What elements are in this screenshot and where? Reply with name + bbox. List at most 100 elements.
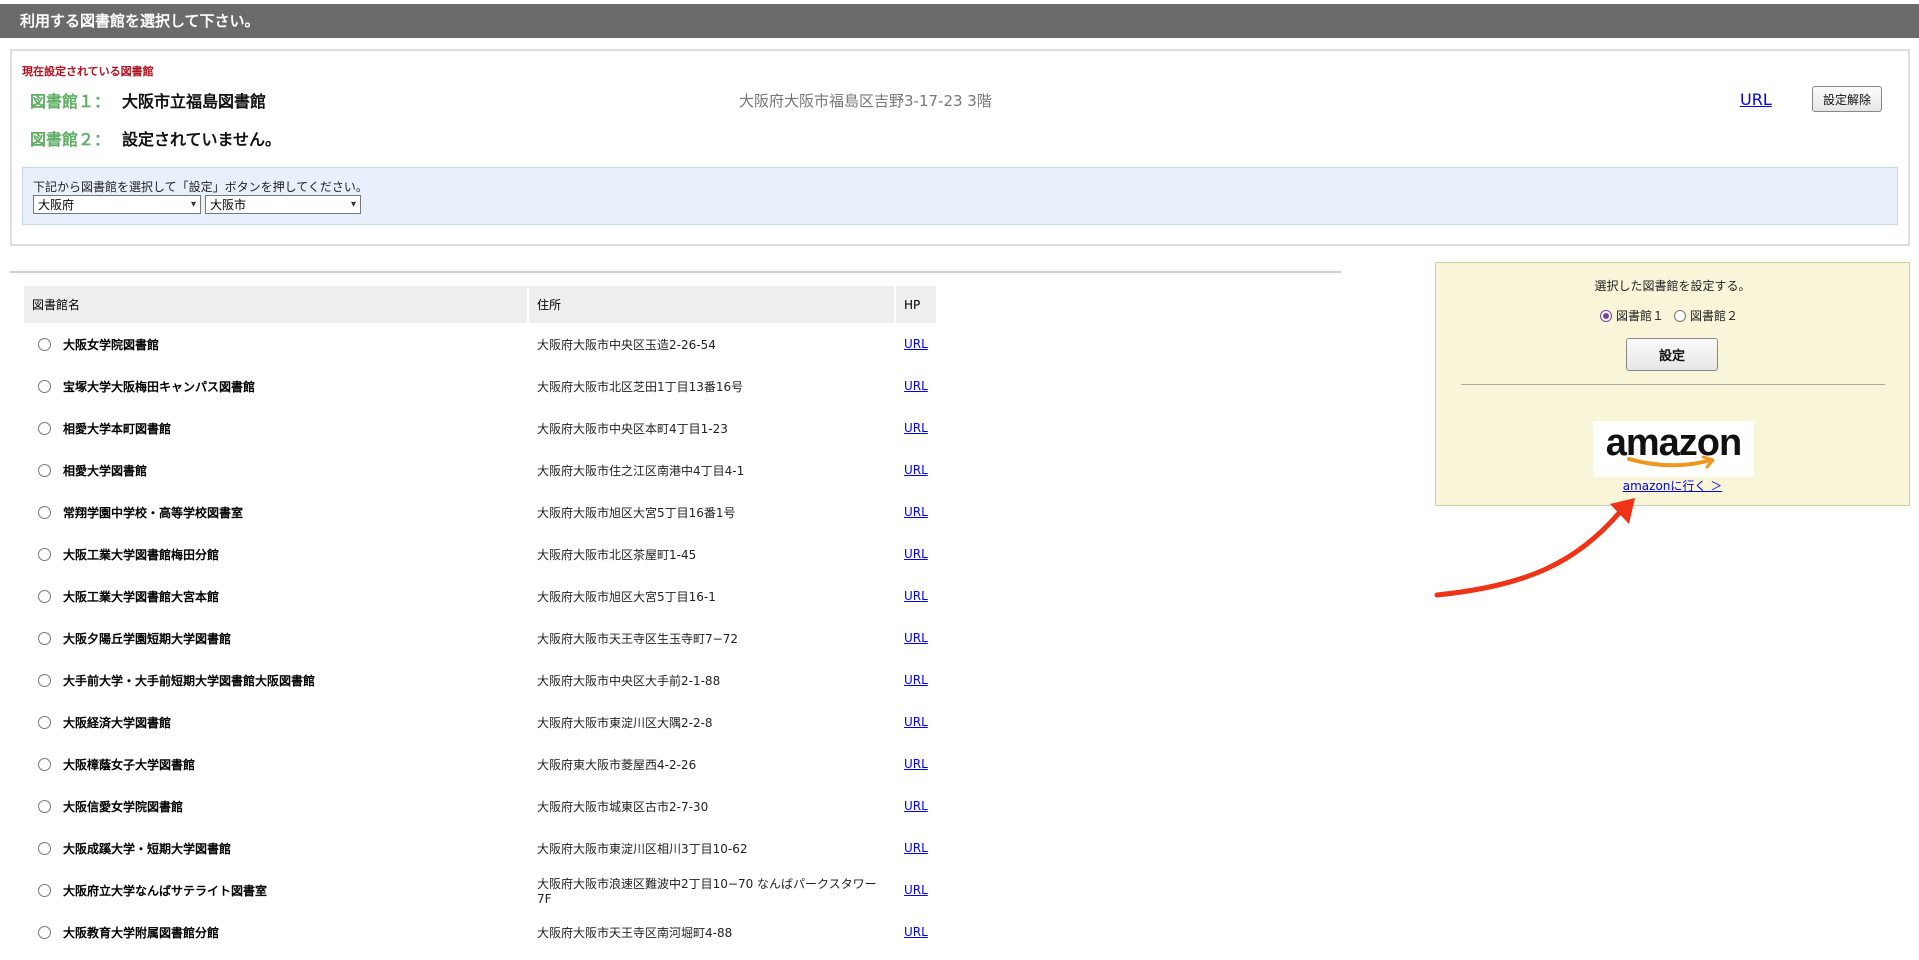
table-row: 大阪教育大学附属図書館分館 大阪府大阪市天王寺区南河堀町4-88 URL bbox=[24, 911, 936, 953]
library1-name: 大阪市立福島図書館 bbox=[122, 92, 267, 111]
current-caption: 現在設定されている図書館 bbox=[22, 65, 154, 78]
library-url-link[interactable]: URL bbox=[904, 883, 928, 897]
library-name: 大阪府立大学なんばサテライト図書室 bbox=[63, 883, 268, 898]
table-row: 大手前大学・大手前短期大学図書館大阪図書館 大阪府大阪市中央区大手前2-1-88 U… bbox=[24, 659, 936, 701]
table-row: 大阪女学院図書館 大阪府大阪市中央区玉造2-26-54 URL bbox=[24, 323, 936, 365]
library-address: 大阪府大阪市旭区大宮5丁目16-1 bbox=[537, 589, 716, 604]
library2-name: 設定されていません。 bbox=[122, 130, 282, 149]
library-hp-cell: URL bbox=[896, 701, 936, 743]
library-name-cell: 大阪府立大学なんばサテライト図書室 bbox=[24, 869, 527, 911]
side-divider bbox=[1461, 384, 1885, 385]
prefecture-select[interactable]: 大阪府 ▾ bbox=[33, 195, 201, 214]
library-name: 大阪工業大学図書館大宮本館 bbox=[63, 589, 220, 604]
library-url-link[interactable]: URL bbox=[904, 337, 928, 351]
library-hp-cell: URL bbox=[896, 911, 936, 953]
selector-panel: 下記から図書館を選択して「設定」ボタンを押してください。 大阪府 ▾ 大阪市 ▾ bbox=[22, 167, 1898, 225]
library-url-link[interactable]: URL bbox=[904, 463, 928, 477]
library-radio[interactable] bbox=[38, 757, 51, 771]
library-url-link[interactable]: URL bbox=[904, 631, 928, 645]
library-hp-cell: URL bbox=[896, 575, 936, 617]
library-url-link[interactable]: URL bbox=[904, 673, 928, 687]
library-url-link[interactable]: URL bbox=[904, 589, 928, 603]
city-select[interactable]: 大阪市 ▾ bbox=[205, 195, 361, 214]
library-address: 大阪府大阪市住之江区南港中4丁目4-1 bbox=[537, 463, 745, 478]
library-radio[interactable] bbox=[38, 421, 51, 435]
library-radio[interactable] bbox=[38, 589, 51, 603]
library1-address: 大阪府大阪市福島区吉野3-17-23 3階 bbox=[739, 92, 992, 110]
library-radio[interactable] bbox=[38, 547, 51, 561]
library-table: 図書館名 住所 HP 大阪女学院図書館 大阪府大阪市中央区玉造2-26-54 URL… bbox=[22, 286, 938, 953]
library-hp-cell: URL bbox=[896, 323, 936, 365]
table-row: 大阪経済大学図書館 大阪府大阪市東淀川区大隅2-2-8 URL bbox=[24, 701, 936, 743]
table-row: 相愛大学本町図書館 大阪府大阪市中央区本町4丁目1-23 URL bbox=[24, 407, 936, 449]
library-radio[interactable] bbox=[38, 379, 51, 393]
radio-checked-icon bbox=[1600, 309, 1612, 322]
library-url-link[interactable]: URL bbox=[904, 421, 928, 435]
library-url-link[interactable]: URL bbox=[904, 841, 928, 855]
library-hp-cell: URL bbox=[896, 491, 936, 533]
radio-library1[interactable]: 図書館１ bbox=[1600, 307, 1664, 324]
library-url-link[interactable]: URL bbox=[904, 505, 928, 519]
library-name: 大阪成蹊大学・短期大学図書館 bbox=[63, 841, 232, 856]
library-radio[interactable] bbox=[38, 337, 51, 351]
column-header-hp: HP bbox=[896, 286, 936, 323]
amazon-link-wrapper: amazonに行く ＞ bbox=[1436, 477, 1909, 494]
library-radio[interactable] bbox=[38, 799, 51, 813]
amazon-link[interactable]: amazonに行く ＞ bbox=[1623, 479, 1722, 493]
library-url-link[interactable]: URL bbox=[904, 757, 928, 771]
library-name-cell: 大手前大学・大手前短期大学図書館大阪図書館 bbox=[24, 659, 527, 701]
library-radio[interactable] bbox=[38, 883, 51, 897]
library-hp-cell: URL bbox=[896, 869, 936, 911]
library-hp-cell: URL bbox=[896, 659, 936, 701]
library-name: 相愛大学本町図書館 bbox=[63, 421, 172, 436]
table-row: 大阪工業大学図書館梅田分館 大阪府大阪市北区茶屋町1-45 URL bbox=[24, 533, 936, 575]
library1-url-link[interactable]: URL bbox=[1740, 90, 1772, 109]
library-address: 大阪府大阪市浪速区難波中2丁目10−70 なんばパークスタワー7F bbox=[537, 876, 877, 906]
current-library-box: 現在設定されている図書館 図書館１： 大阪市立福島図書館 大阪府大阪市福島区吉野… bbox=[10, 49, 1910, 246]
library-radio[interactable] bbox=[38, 505, 51, 519]
radio-library2[interactable]: 図書館２ bbox=[1674, 307, 1738, 324]
library-name: 大阪工業大学図書館梅田分館 bbox=[63, 547, 220, 562]
library-name: 宝塚大学大阪梅田キャンパス図書館 bbox=[63, 379, 256, 394]
city-value: 大阪市 bbox=[210, 198, 247, 212]
radio-library1-label: 図書館１ bbox=[1616, 309, 1665, 323]
column-header-name: 図書館名 bbox=[24, 286, 527, 323]
library-name-cell: 大阪夕陽丘学園短期大学図書館 bbox=[24, 617, 527, 659]
library-url-link[interactable]: URL bbox=[904, 925, 928, 939]
library-radio[interactable] bbox=[38, 925, 51, 939]
table-row: 大阪夕陽丘学園短期大学図書館 大阪府大阪市天王寺区生玉寺町7−72 URL bbox=[24, 617, 936, 659]
library-name: 常翔学園中学校・高等学校図書室 bbox=[63, 505, 244, 520]
set-button[interactable]: 設定 bbox=[1626, 338, 1718, 371]
library-url-link[interactable]: URL bbox=[904, 799, 928, 813]
library-url-link[interactable]: URL bbox=[904, 547, 928, 561]
library-name: 大手前大学・大手前短期大学図書館大阪図書館 bbox=[63, 673, 316, 688]
table-row: 大阪府立大学なんばサテライト図書室 大阪府大阪市浪速区難波中2丁目10−70 なん… bbox=[24, 869, 936, 911]
library-name: 相愛大学図書館 bbox=[63, 463, 148, 478]
library-radio[interactable] bbox=[38, 841, 51, 855]
library-address: 大阪府大阪市城東区古市2-7-30 bbox=[537, 799, 709, 814]
library-radio[interactable] bbox=[38, 715, 51, 729]
library-radio[interactable] bbox=[38, 463, 51, 477]
selector-instruction: 下記から図書館を選択して「設定」ボタンを押してください。 bbox=[33, 180, 368, 194]
radio-library2-label: 図書館２ bbox=[1690, 309, 1739, 323]
library-radio[interactable] bbox=[38, 631, 51, 645]
library2-label: 図書館２： bbox=[30, 130, 111, 149]
library-hp-cell: URL bbox=[896, 407, 936, 449]
amazon-logo[interactable]: amazon bbox=[1593, 421, 1754, 477]
release-button[interactable]: 設定解除 bbox=[1812, 86, 1882, 112]
library-url-link[interactable]: URL bbox=[904, 379, 928, 393]
library-name-cell: 宝塚大学大阪梅田キャンパス図書館 bbox=[24, 365, 527, 407]
library-url-link[interactable]: URL bbox=[904, 715, 928, 729]
library-address: 大阪府大阪市中央区大手前2-1-88 bbox=[537, 673, 721, 688]
library-name-cell: 大阪工業大学図書館梅田分館 bbox=[24, 533, 527, 575]
library-name: 大阪経済大学図書館 bbox=[63, 715, 172, 730]
library-name-cell: 相愛大学本町図書館 bbox=[24, 407, 527, 449]
library-hp-cell: URL bbox=[896, 785, 936, 827]
library-name-cell: 大阪工業大学図書館大宮本館 bbox=[24, 575, 527, 617]
library-radio[interactable] bbox=[38, 673, 51, 687]
library-name-cell: 大阪教育大学附属図書館分館 bbox=[24, 911, 527, 953]
library-address: 大阪府大阪市中央区本町4丁目1-23 bbox=[537, 421, 728, 436]
library-name-cell: 大阪信愛女学院図書館 bbox=[24, 785, 527, 827]
library-name-cell: 大阪経済大学図書館 bbox=[24, 701, 527, 743]
library-address: 大阪府大阪市旭区大宮5丁目16番1号 bbox=[537, 505, 736, 520]
